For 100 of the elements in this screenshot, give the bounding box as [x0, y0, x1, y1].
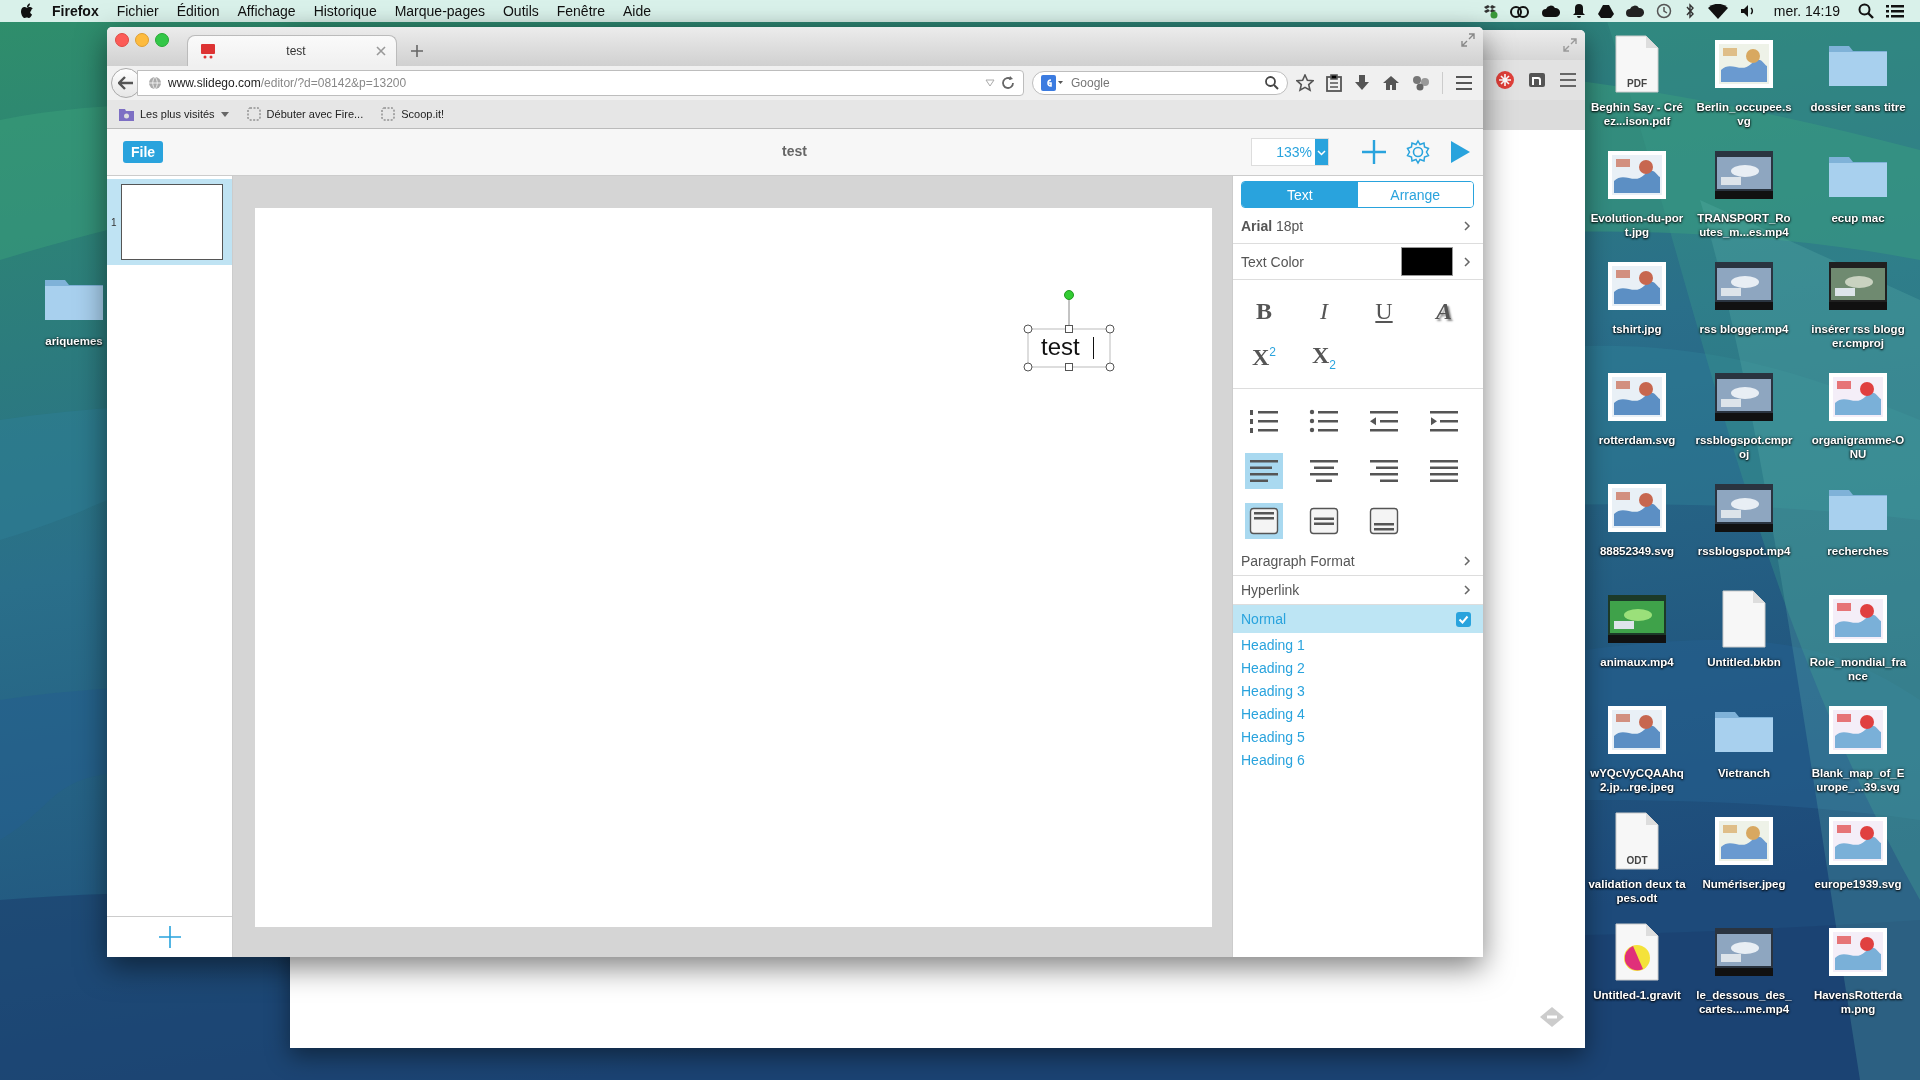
document-icon[interactable]: ODT: [1615, 812, 1659, 870]
file-name[interactable]: 88852349.svg: [1599, 544, 1675, 558]
file-name[interactable]: dossier sans titre: [1810, 100, 1906, 114]
menu-item[interactable]: Fichier: [116, 3, 159, 19]
file-name[interactable]: le_dessous_des_cartes....me.mp4: [1695, 988, 1793, 1016]
menu-item[interactable]: Affichage: [237, 3, 296, 19]
menu-icon[interactable]: [1559, 73, 1577, 87]
shadow-button[interactable]: A: [1414, 292, 1474, 330]
list-icon[interactable]: [1886, 3, 1904, 19]
search-input[interactable]: Google: [1069, 75, 1259, 91]
slide-thumbnail[interactable]: [120, 184, 223, 260]
valign-top-button[interactable]: [1245, 503, 1283, 539]
document-icon[interactable]: [1722, 590, 1766, 648]
file-name[interactable]: tshirt.jpg: [1612, 322, 1662, 336]
bell-icon[interactable]: [1571, 3, 1586, 19]
file-name[interactable]: animaux.mp4: [1600, 655, 1674, 669]
apple-icon[interactable]: [20, 3, 34, 19]
italic-button[interactable]: I: [1294, 292, 1354, 330]
speaker-icon[interactable]: [1739, 4, 1756, 18]
file-name[interactable]: Role_mondial_france: [1809, 655, 1907, 683]
menu-item[interactable]: Historique: [313, 3, 377, 19]
file-name[interactable]: validation deux tapes.odt: [1588, 877, 1686, 905]
file-name[interactable]: europe1939.svg: [1814, 877, 1902, 891]
asterisk-icon[interactable]: [1495, 70, 1515, 90]
font-row[interactable]: Arial 18pt: [1233, 208, 1483, 244]
chevron-icon[interactable]: [1463, 584, 1471, 596]
selection-frame-drawing[interactable]: [1023, 289, 1115, 373]
caret-icon[interactable]: [220, 111, 229, 117]
close-button[interactable]: [115, 33, 129, 47]
file-name[interactable]: rssblogspot.mp4: [1697, 544, 1791, 558]
file-name[interactable]: Berlin_occupee.svg: [1695, 100, 1793, 128]
clock-icon[interactable]: [1655, 3, 1672, 19]
file-name[interactable]: Untitled-1.gravit: [1593, 988, 1681, 1002]
file-name[interactable]: Untitled.bkbn: [1707, 655, 1781, 669]
plus-icon[interactable]: [411, 45, 423, 57]
chevron-icon[interactable]: [1463, 255, 1471, 268]
menu-item[interactable]: Édition: [176, 3, 220, 19]
file-name[interactable]: Numériser.jpeg: [1702, 877, 1786, 891]
bold-button[interactable]: B: [1234, 292, 1294, 330]
file-name[interactable]: HavensRotterdam.png: [1809, 988, 1907, 1016]
arrow-icon[interactable]: [118, 76, 134, 90]
menu-item[interactable]: Marque-pages: [394, 3, 485, 19]
extension-icon[interactable]: [1412, 75, 1430, 91]
underline-button[interactable]: U: [1354, 292, 1414, 330]
plus-icon[interactable]: [1361, 139, 1387, 165]
search-field[interactable]: Google: [1032, 71, 1288, 95]
clock-text[interactable]: mer. 14:19: [1773, 3, 1840, 19]
file-name[interactable]: TRANSPORT_Routes_m...es.mp4: [1695, 211, 1793, 239]
search-icon[interactable]: [1265, 76, 1279, 90]
color-swatch[interactable]: [1401, 247, 1453, 276]
align-left-button[interactable]: [1245, 453, 1283, 489]
menu-item[interactable]: Firefox: [52, 3, 99, 19]
menu-icon[interactable]: [1455, 76, 1473, 90]
wifi-icon[interactable]: [1707, 3, 1728, 19]
star-icon[interactable]: [1296, 74, 1314, 92]
reload-icon[interactable]: [1001, 76, 1015, 90]
fullscreen-icon[interactable]: [1461, 33, 1475, 47]
file-name[interactable]: Evolution-du-port.jpg: [1588, 211, 1686, 239]
text-color-row[interactable]: Text Color: [1233, 244, 1483, 280]
file-name[interactable]: Blank_map_of_Europe_...39.svg: [1809, 766, 1907, 794]
bookmark[interactable]: Débuter avec Fire...: [246, 107, 364, 121]
menu-item[interactable]: Fenêtre: [556, 3, 605, 19]
clipboard-icon[interactable]: [1326, 74, 1342, 92]
subscript-button[interactable]: X$_{2}$: [1294, 338, 1354, 376]
browser-tab[interactable]: test: [187, 35, 397, 66]
download-icon[interactable]: [1354, 74, 1370, 92]
file-name[interactable]: ecup mac: [1831, 211, 1885, 225]
bookmark[interactable]: Scoop.it!: [381, 107, 444, 121]
bluetooth-icon[interactable]: [1683, 3, 1696, 19]
file-name[interactable]: rssblogspot.cmproj: [1695, 433, 1793, 461]
file-name[interactable]: Vietranch: [1717, 766, 1771, 780]
file-name[interactable]: wYQcVyCQAAhq2.jp...rge.jpeg: [1588, 766, 1686, 794]
folder-icon: [119, 107, 134, 121]
document-icon[interactable]: PDF: [1615, 35, 1659, 93]
slide[interactable]: test: [255, 208, 1212, 927]
chevron-icon[interactable]: [1463, 555, 1471, 567]
file-name[interactable]: rss blogger.mp4: [1699, 322, 1789, 336]
paragraph-format-row[interactable]: Paragraph Format: [1233, 547, 1483, 576]
search-icon[interactable]: [1858, 3, 1874, 19]
play-icon[interactable]: [1449, 140, 1471, 164]
slide-thumbnail-row[interactable]: 1: [107, 179, 232, 265]
file-name[interactable]: rotterdam.svg: [1598, 433, 1676, 447]
checkbox-icon[interactable]: [1456, 611, 1471, 627]
url-field[interactable]: www.slidego.com/editor/?d=08142&p=13200: [137, 70, 1024, 96]
file-name[interactable]: Beghin Say - Créez...ison.pdf: [1588, 100, 1686, 128]
home-icon[interactable]: [1382, 75, 1400, 91]
bookmark[interactable]: Les plus visités: [119, 107, 229, 121]
superscript-button[interactable]: X$^{2}$: [1234, 338, 1294, 376]
file-name[interactable]: insérer rss blogger.cmproj: [1809, 322, 1907, 350]
menu-item[interactable]: Aide: [623, 3, 652, 19]
document-title: test: [782, 143, 807, 159]
file-name[interactable]: recherches: [1827, 544, 1889, 558]
document-icon[interactable]: [1615, 923, 1659, 981]
settings-icon[interactable]: [1405, 139, 1431, 165]
file-name[interactable]: ariquemes: [45, 334, 103, 348]
chevron-icon[interactable]: [1463, 219, 1471, 232]
close-icon[interactable]: [376, 46, 386, 56]
file-name[interactable]: organigramme-ONU: [1809, 433, 1907, 461]
menu-item[interactable]: Outils: [502, 3, 539, 19]
letter-icon[interactable]: [1527, 70, 1547, 90]
